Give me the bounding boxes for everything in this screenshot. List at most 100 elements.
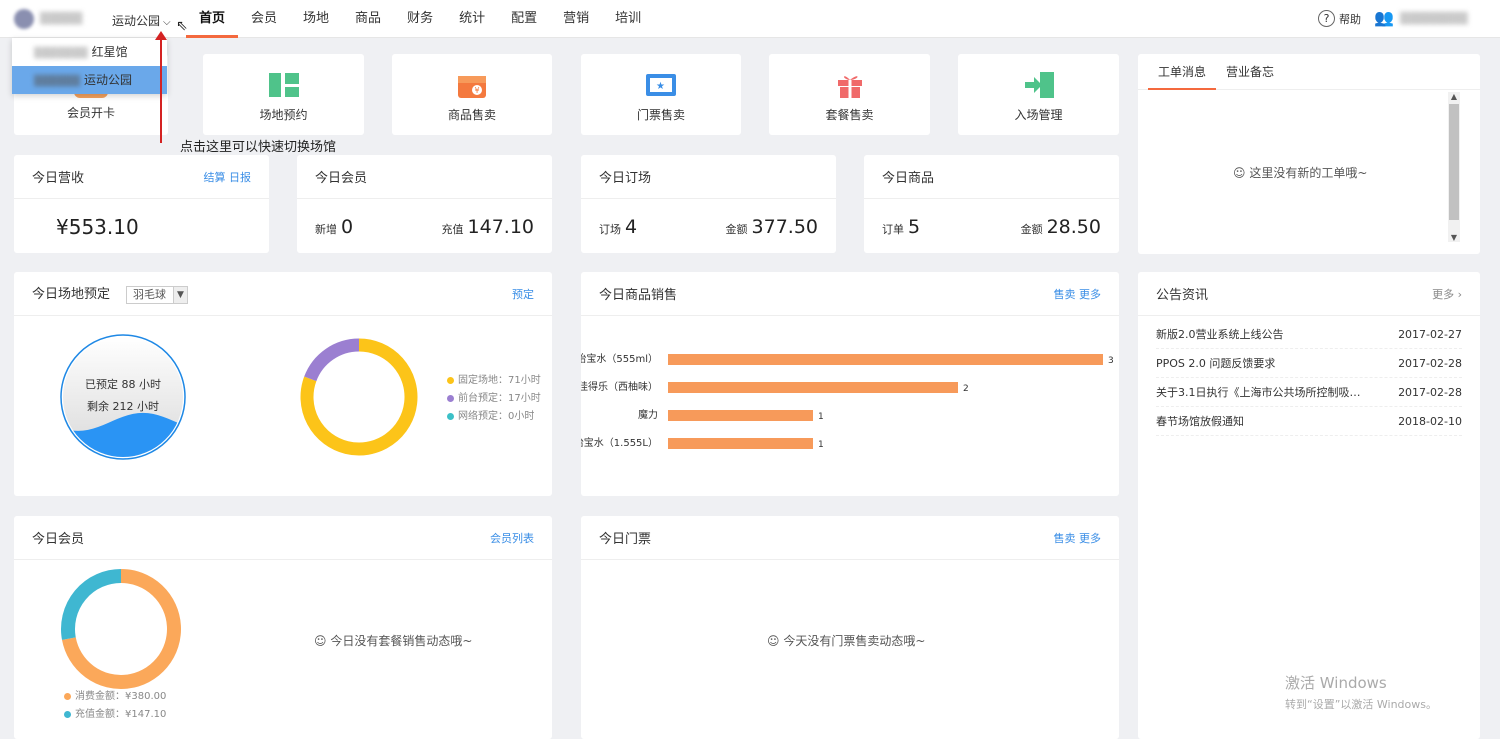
card-header: 公告资讯 更多 › [1138,272,1480,316]
card-header: 今日商品 [864,155,1119,199]
quick-action-label: 门票售卖 [636,108,685,122]
goods-sales-links[interactable]: 售卖 更多 [1054,286,1102,302]
revenue-links[interactable]: 结算 日报 [204,169,252,185]
stat-card-bookings: 今日订场 订场 4 金额 377.50 [581,155,836,253]
quick-action-entry[interactable]: 入场管理 [958,54,1119,135]
workorder-tabs: 工单消息 营业备忘 [1138,54,1480,90]
card-header: 今日门票 售卖 更多 [581,516,1119,560]
bar [668,438,813,449]
venue-switcher-label: 运动公园 [112,14,161,28]
quick-action-venue[interactable]: 场地预约 [203,54,364,135]
tab-workorder[interactable]: 工单消息 [1148,54,1217,90]
bar [668,410,813,421]
nav-marketing[interactable]: 营销 [550,0,602,38]
bar [668,354,1103,365]
legend-item: 固定场地：71小时 [447,372,541,390]
legend-dot [447,412,454,420]
watermark-line: 转到“设置”以激活 Windows。 [1285,698,1437,711]
venue-logo[interactable] [14,9,34,29]
user-icon: 👥 [1374,8,1394,27]
chevron-down-icon: ⌵ [163,17,171,28]
news-item[interactable]: 春节场馆放假通知 2018-02-10 [1156,407,1462,436]
news-date: 2018-02-10 [1398,415,1462,428]
legend-dot [447,376,454,384]
bar-value-label: 2 [963,384,969,394]
quick-action-package[interactable]: 套餐售卖 [769,54,930,135]
quick-action-ticket[interactable]: ★ 门票售卖 [581,54,741,135]
stat-card-revenue: 今日营收 结算 日报 ¥553.10 [14,155,269,253]
scroll-down-icon[interactable]: ▼ [1448,233,1460,242]
quick-action-label: 商品售卖 [447,108,496,122]
quick-action-label: 套餐售卖 [825,108,874,122]
stat-value: 377.50 [751,216,818,238]
news-title[interactable]: 春节场馆放假通知 [1156,407,1244,435]
donut-slice [61,569,122,640]
user-menu[interactable]: 👥 ▒▒▒▒▒▒▒▒ [1374,9,1468,27]
nav-home[interactable]: 首页 [186,0,239,38]
booking-legend: 固定场地：71小时 前台预定：17小时 网络预定：0小时 [447,372,541,426]
scroll-thumb[interactable] [1449,104,1459,220]
card-title: 今日商品销售 [599,288,678,303]
legend-label: 前台预定：17小时 [458,393,541,404]
chevron-down-icon: ▼ [173,286,188,303]
sport-select[interactable]: 羽毛球 ▼ [126,285,189,304]
member-list-link[interactable]: 会员列表 [490,530,534,546]
card-title: 今日会员 [32,532,85,547]
sport-select-value: 羽毛球 [133,287,167,301]
tab-memo[interactable]: 营业备忘 [1216,54,1284,89]
news-title[interactable]: PPOS 2.0 问题反馈要求 [1156,349,1275,377]
bar-category-label: 魔力 [638,408,658,421]
nav-members[interactable]: 会员 [238,0,290,38]
windows-activation-watermark: 激活 Windows 转到“设置”以激活 Windows。 [1285,672,1437,712]
news-item[interactable]: PPOS 2.0 问题反馈要求 2017-02-28 [1156,349,1462,378]
stat-card-goods: 今日商品 订单 5 金额 28.50 [864,155,1119,253]
scroll-up-icon[interactable]: ▲ [1448,92,1460,101]
tickets-links[interactable]: 售卖 更多 [1054,530,1102,546]
workorder-empty: ☺ 这里没有新的工单哦~ [1233,166,1368,180]
news-title[interactable]: 新版2.0营业系统上线公告 [1156,320,1284,348]
nav-training[interactable]: 培训 [602,0,654,38]
remaining-hours: 剩余 212 小时 [87,400,159,413]
news-date: 2017-02-28 [1398,357,1462,370]
stat-value: 28.50 [1046,216,1101,238]
nav-finance[interactable]: 财务 [394,0,446,38]
news-item[interactable]: 关于3.1日执行《上海市公共场所控制吸烟条例》的通知 2017-02-28 [1156,378,1462,407]
member-amount-donut [61,569,181,689]
news-title[interactable]: 关于3.1日执行《上海市公共场所控制吸烟条例》的通知 [1156,378,1371,406]
card-header: 今日场地预定 羽毛球 ▼ 预定 [14,272,552,316]
stat-card-members: 今日会员 新增 0 充值 147.10 [297,155,552,253]
help-button[interactable]: ? 帮助 [1318,10,1361,27]
nav-venue[interactable]: 场地 [290,0,342,38]
news-more-label: 更多 [1432,287,1455,301]
workorder-scrollbar[interactable]: ▲ ▼ [1448,92,1460,242]
news-date: 2017-02-28 [1398,386,1462,399]
card-header: 今日会员 会员列表 [14,516,552,560]
nav-stats[interactable]: 统计 [446,0,498,38]
quick-action-label: 场地预约 [259,108,308,122]
legend-item: 消费金额：¥380.00 [64,688,166,706]
help-label: 帮助 [1339,12,1361,26]
svg-text:¥: ¥ [475,86,480,95]
tickets-empty: ☺ 今天没有门票售卖动态哦~ [767,634,926,648]
news-item[interactable]: 新版2.0营业系统上线公告 2017-02-27 [1156,320,1462,349]
capacity-gauge [60,334,186,460]
venue-option-selected[interactable]: ▒▒▒▒▒▒ 运动公园 [12,66,167,94]
main-nav: 首页 会员 场地 商品 财务 统计 配置 营销 培训 [186,0,654,38]
donut-slice [304,338,360,382]
svg-text:★: ★ [656,81,665,92]
nav-goods[interactable]: 商品 [342,0,394,38]
news-more-link[interactable]: 更多 › [1432,286,1462,302]
venue-option[interactable]: ▒▒▒▒▒▒▒ 红星馆 [12,38,167,66]
bar-value-label: 1 [818,440,824,450]
stat-label: 订场 [599,223,621,236]
bar-category-label: 怡宝水（1.555L） [581,436,658,449]
nav-config[interactable]: 配置 [498,0,550,38]
quick-action-goods[interactable]: ¥ 商品售卖 [392,54,552,135]
venue-map-icon [267,70,301,100]
book-link[interactable]: 预定 [512,286,534,302]
card-title: 今日门票 [599,532,652,547]
chevron-right-icon: › [1457,287,1462,301]
venue-switcher[interactable]: 运动公园 ⌵ [112,12,171,29]
card-header: 今日商品销售 售卖 更多 [581,272,1119,316]
card-title: 今日商品 [882,171,935,186]
